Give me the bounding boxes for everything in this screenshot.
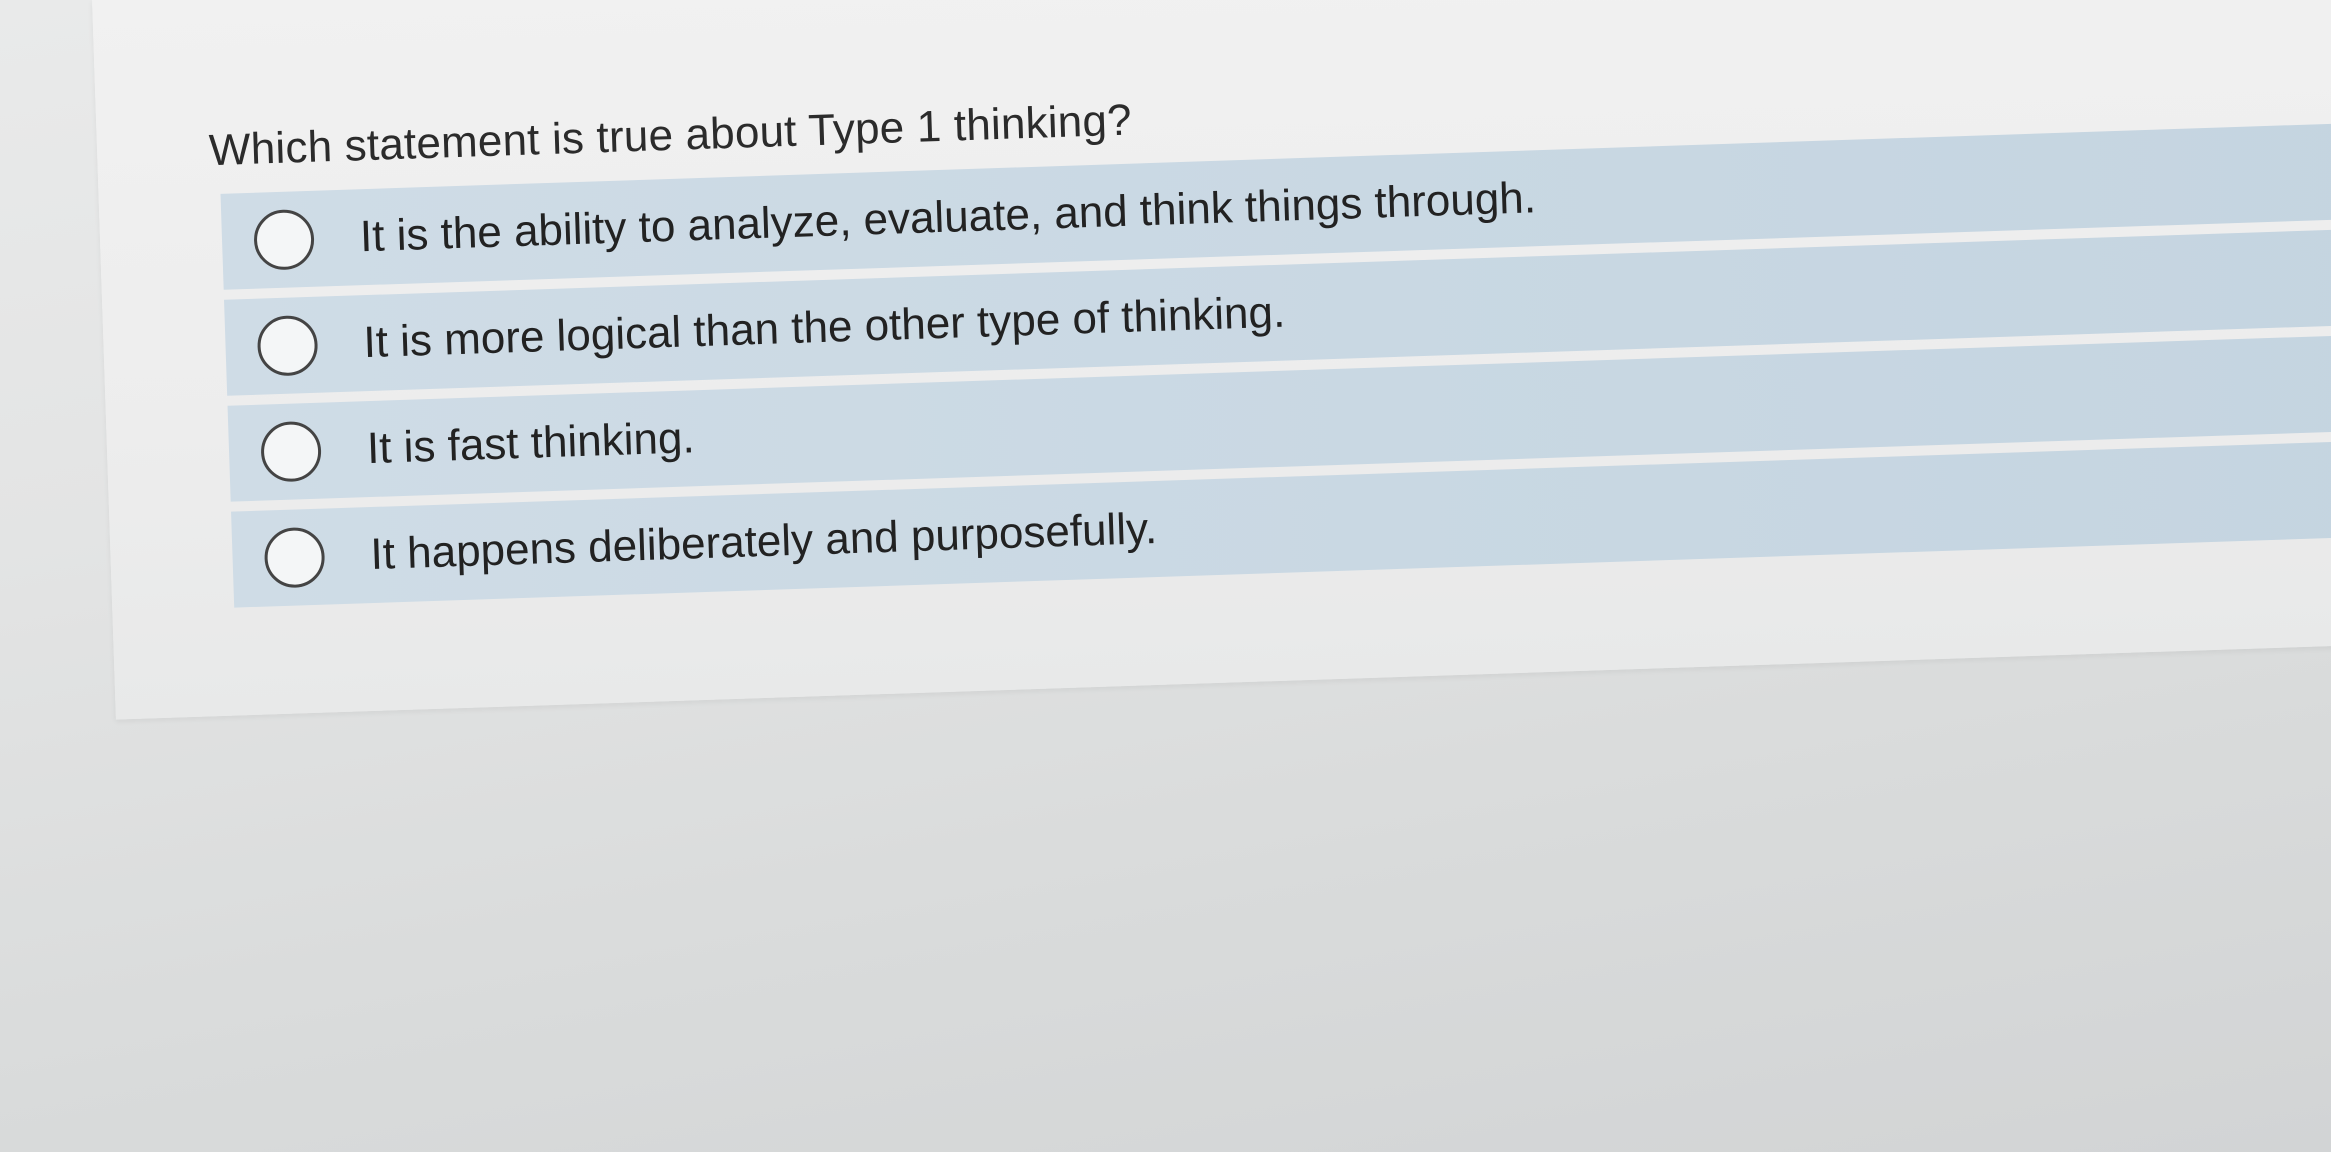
option-2-label: It is more logical than the other type o… bbox=[362, 287, 1286, 368]
option-3-label: It is fast thinking. bbox=[366, 413, 696, 474]
answer-options: It is the ability to analyze, evaluate, … bbox=[220, 117, 2331, 618]
photo-scene: Which statement is true about Type 1 thi… bbox=[0, 0, 2331, 1152]
radio-button-icon[interactable] bbox=[253, 208, 316, 271]
radio-button-icon[interactable] bbox=[263, 526, 326, 589]
radio-button-icon[interactable] bbox=[256, 314, 319, 377]
radio-button-icon[interactable] bbox=[260, 420, 323, 483]
question-text: Which statement is true about Type 1 thi… bbox=[208, 95, 1133, 176]
option-1-label: It is the ability to analyze, evaluate, … bbox=[359, 173, 1537, 262]
option-4-label: It happens deliberately and purposefully… bbox=[369, 503, 1158, 580]
question-card: Which statement is true about Type 1 thi… bbox=[92, 0, 2331, 720]
